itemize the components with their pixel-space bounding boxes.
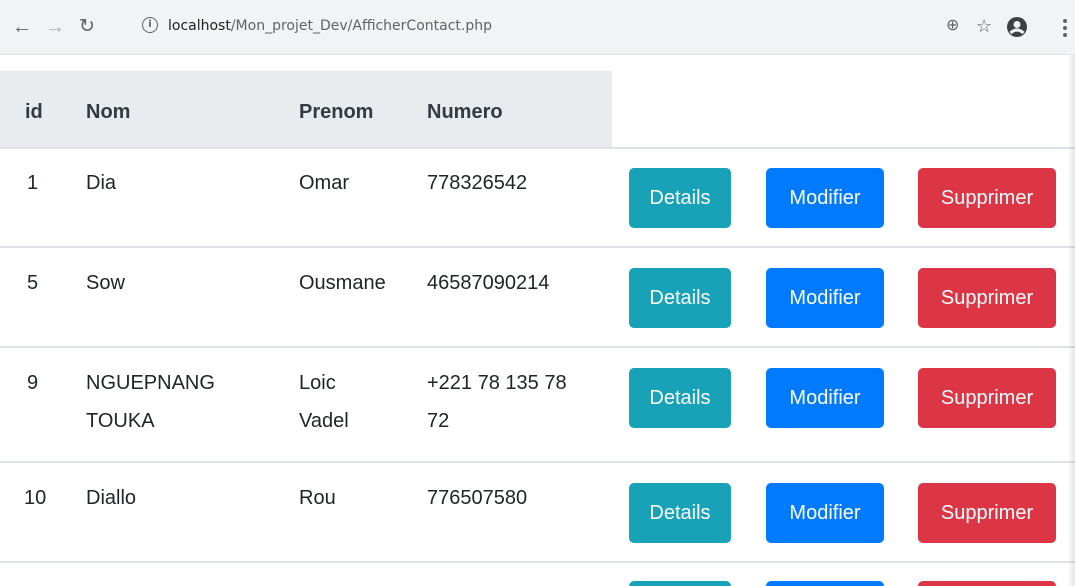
cell-numero: 776507580 [427,487,528,509]
details-button[interactable]: Details [629,483,731,543]
row-divider [0,461,1075,463]
cell-id: 9 [27,372,39,394]
row-divider [0,561,1075,563]
cell-id: 5 [27,272,39,294]
site-info-icon[interactable]: i [142,17,158,33]
arrow-right-icon[interactable]: → [45,15,65,39]
row-divider [0,346,1075,348]
cell-prenom: Omar [299,172,349,194]
url-text[interactable]: localhost/Mon_projet_Dev/AfficherContact… [168,15,492,37]
row-divider [0,246,1075,248]
browser-toolbar: ← → ↻ i localhost/Mon_projet_Dev/Affiche… [0,0,1075,55]
supprimer-button[interactable]: Supprimer [918,268,1056,328]
cell-numero: 46587090214 [427,272,550,294]
url-host: localhost [168,18,231,34]
reload-icon[interactable]: ↻ [79,15,95,39]
cell-prenom-line2: Vadel [299,410,349,432]
modifier-button-partial[interactable] [766,581,884,586]
supprimer-button[interactable]: Supprimer [918,483,1056,543]
cell-nom: Diallo [86,487,137,509]
zoom-icon[interactable]: ⊕ [946,14,959,38]
details-button[interactable]: Details [629,168,731,228]
row-divider [0,147,1075,149]
cell-prenom: Rou [299,487,336,509]
account-icon[interactable] [1006,16,1028,38]
supprimer-button-partial[interactable] [918,581,1056,586]
arrow-left-icon[interactable]: ← [12,15,32,39]
header-nom: Nom [86,101,131,123]
cell-id: 1 [27,172,39,194]
cell-numero: 778326542 [427,172,528,194]
cell-nom: Sow [86,272,125,294]
supprimer-button[interactable]: Supprimer [918,168,1056,228]
details-button-partial[interactable] [629,581,731,586]
url-path: /Mon_projet_Dev/AfficherContact.php [230,18,492,34]
bookmark-star-icon[interactable]: ☆ [976,14,992,38]
modifier-button[interactable]: Modifier [766,168,884,228]
details-button[interactable]: Details [629,368,731,428]
modifier-button[interactable]: Modifier [766,268,884,328]
header-numero: Numero [427,101,503,123]
header-prenom: Prenom [299,101,374,123]
cell-numero-line2: 72 [427,410,450,432]
cell-nom: Dia [86,172,117,194]
modifier-button[interactable]: Modifier [766,483,884,543]
details-button[interactable]: Details [629,268,731,328]
modifier-button[interactable]: Modifier [766,368,884,428]
cell-prenom: Ousmane [299,272,386,294]
page-edge-shadow [1068,55,1075,586]
cell-nom-line2: TOUKA [86,410,155,432]
cell-nom-line1: NGUEPNANG [86,372,215,394]
cell-prenom-line1: Loic [299,372,336,394]
cell-id: 10 [24,487,47,509]
supprimer-button[interactable]: Supprimer [918,368,1056,428]
header-id: id [25,101,43,123]
kebab-menu-icon[interactable] [1062,18,1068,38]
cell-numero-line1: +221 78 135 78 [427,372,567,394]
